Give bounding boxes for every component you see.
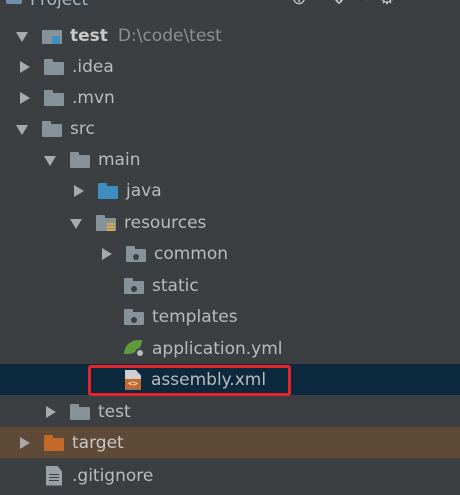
package-folder-icon [124,308,144,325]
project-path: D:\code\test [117,25,222,46]
tree-item-label: test [70,25,108,46]
tree-item-main[interactable]: main [0,144,460,175]
tree-item-test-root[interactable]: test D:\code\test [0,20,460,51]
expand-arrow-icon[interactable] [18,436,30,449]
tree-item-label: src [70,118,95,139]
tree-item-java[interactable]: java [0,175,460,206]
tree-item-label: common [154,243,229,264]
separator [366,0,367,2]
expand-arrow-icon[interactable] [18,91,30,104]
add-icon[interactable]: ⊕ [288,0,310,10]
tree-item-label: templates [152,306,238,327]
resources-folder-icon [96,214,116,231]
tree-item-label: .gitignore [72,465,154,486]
source-folder-icon [98,182,118,199]
folder-icon [70,151,90,168]
package-folder-icon [124,277,144,294]
excluded-folder-icon [44,434,64,451]
tree-item-resources[interactable]: resources [0,207,460,238]
tree-item-common[interactable]: common [0,238,460,269]
expand-arrow-icon[interactable] [18,60,30,73]
spring-config-icon [124,339,146,358]
text-file-icon [46,465,62,486]
tree-item-templates[interactable]: templates [0,301,460,332]
expand-arrow-icon[interactable] [72,184,84,197]
tree-item-mvn[interactable]: .mvn [0,82,460,113]
tree-item-label: java [126,180,162,201]
collapse-icon[interactable]: ⇕ [328,0,350,10]
tree-item-label: application.yml [152,338,283,359]
tree-item-idea[interactable]: .idea [0,51,460,82]
folder-icon [70,403,90,420]
module-icon [42,27,62,45]
project-tool-window-header: Project ⊕ ⇕ ⚙ [0,0,460,12]
tree-item-application-yml[interactable]: application.yml [0,333,460,364]
tree-item-target[interactable]: target [0,427,460,458]
tree-item-label: test [98,401,131,422]
collapse-arrow-icon[interactable] [70,217,82,229]
gear-icon[interactable]: ⚙ [376,0,398,10]
expand-arrow-icon[interactable] [44,405,56,418]
expand-arrow-icon[interactable] [100,247,112,260]
tool-window-title[interactable]: Project [30,0,88,10]
tree-item-src[interactable]: src [0,113,460,144]
expand-arrow-icon[interactable] [16,30,28,42]
package-folder-icon [126,245,146,262]
tree-item-label: resources [124,212,207,233]
tree-item-static[interactable]: static [0,270,460,301]
collapse-arrow-icon[interactable] [44,154,56,166]
tree-item-label: target [72,432,124,453]
tree-item-gitignore[interactable]: .gitignore [0,460,460,491]
tree-item-label: .idea [72,56,114,77]
collapse-arrow-icon[interactable] [16,123,28,135]
project-icon [6,0,22,4]
tree-item-label: main [98,149,141,170]
folder-icon [42,120,62,137]
folder-icon [44,89,64,106]
tree-item-label: static [152,275,199,296]
folder-icon [44,58,64,75]
tree-item-test[interactable]: test [0,396,460,427]
highlight-box [88,365,291,396]
tree-item-label: .mvn [72,87,115,108]
